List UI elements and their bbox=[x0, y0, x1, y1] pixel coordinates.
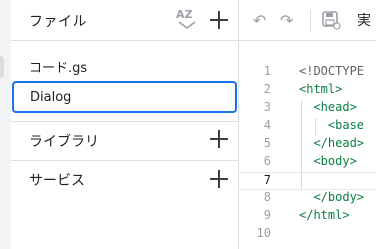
line-text: <!DOCTYPE bbox=[299, 64, 365, 78]
file-label: コード.gs bbox=[29, 61, 88, 76]
code-editor: ↶ ↷ 実 1 <!DOCTYPE 2 <html> 3 <head> 4 <b… bbox=[239, 0, 376, 249]
services-label: サービス bbox=[29, 173, 85, 189]
section-divider bbox=[11, 160, 239, 161]
section-divider bbox=[11, 121, 239, 122]
line-text: <body> bbox=[299, 154, 357, 168]
line-number: 9 bbox=[263, 208, 271, 222]
line-number: 6 bbox=[263, 154, 271, 168]
sort-az-icon[interactable]: AZ bbox=[176, 8, 198, 30]
line-number: 7 bbox=[263, 173, 271, 187]
line-number: 2 bbox=[263, 82, 271, 96]
code-line-current: 7 bbox=[239, 172, 376, 190]
files-sidebar: ファイル AZ コード.gs Dialog ライブラリ サービス bbox=[11, 0, 239, 249]
line-text: </html> bbox=[299, 208, 350, 222]
indent-guide bbox=[315, 118, 316, 136]
line-text: </body> bbox=[299, 190, 365, 204]
code-line: 1 <!DOCTYPE bbox=[239, 64, 376, 82]
line-number: 5 bbox=[263, 136, 271, 150]
editor-toolbar: ↶ ↷ 実 bbox=[239, 0, 376, 41]
code-line: 8 </body> bbox=[239, 190, 376, 208]
save-icon[interactable] bbox=[321, 10, 341, 34]
file-label: Dialog bbox=[30, 90, 72, 105]
line-number: 8 bbox=[263, 190, 271, 204]
code-line: 6 <body> bbox=[239, 154, 376, 172]
add-library-icon[interactable] bbox=[209, 129, 229, 149]
toolbar-separator bbox=[310, 10, 311, 32]
line-text: </head> bbox=[299, 136, 365, 150]
code-line: 5 </head> bbox=[239, 136, 376, 154]
code-line: 9 </html> bbox=[239, 208, 376, 226]
add-file-icon[interactable] bbox=[209, 10, 229, 30]
libraries-label: ライブラリ bbox=[29, 134, 99, 150]
add-service-icon[interactable] bbox=[209, 169, 229, 189]
line-number: 1 bbox=[263, 64, 271, 78]
code-line: 3 <head> bbox=[239, 100, 376, 118]
redo-icon[interactable]: ↷ bbox=[280, 11, 293, 30]
undo-icon[interactable]: ↶ bbox=[253, 11, 266, 30]
line-number: 4 bbox=[263, 118, 271, 132]
code-line: 10 bbox=[239, 226, 376, 244]
line-number: 3 bbox=[263, 100, 271, 114]
nav-indicator bbox=[0, 56, 4, 78]
left-nav-strip bbox=[0, 0, 11, 249]
file-item-code-gs[interactable]: コード.gs bbox=[29, 57, 87, 76]
line-text: <html> bbox=[299, 82, 343, 96]
indent-guide bbox=[301, 100, 302, 190]
code-line: 4 <base bbox=[239, 118, 376, 136]
sort-az-label: AZ bbox=[176, 8, 193, 21]
code-line: 2 <html> bbox=[239, 82, 376, 100]
line-text: <base bbox=[299, 118, 365, 132]
run-button[interactable]: 実 bbox=[357, 10, 371, 30]
line-number: 10 bbox=[256, 226, 271, 240]
files-title: ファイル bbox=[29, 14, 87, 30]
file-item-dialog[interactable]: Dialog bbox=[12, 81, 237, 113]
files-header: ファイル AZ bbox=[11, 0, 239, 41]
line-text: <head> bbox=[299, 100, 357, 114]
